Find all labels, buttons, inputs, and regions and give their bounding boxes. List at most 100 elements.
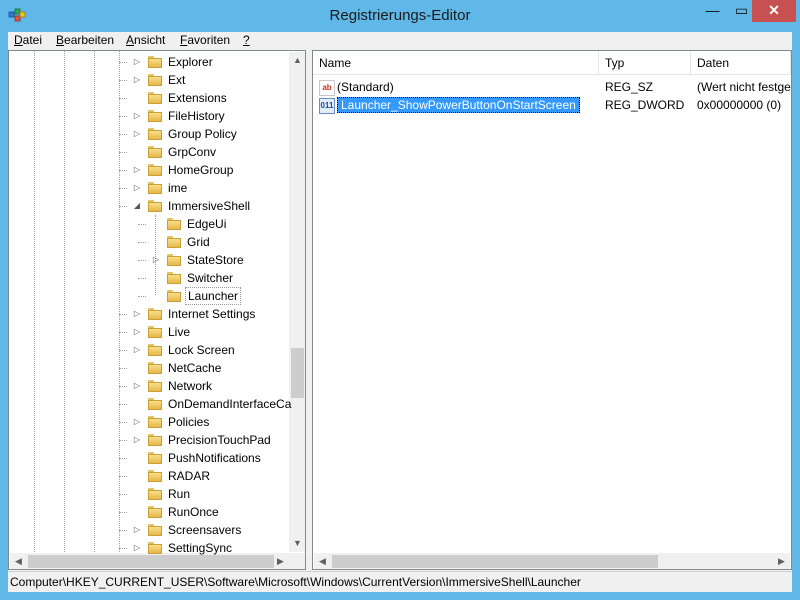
tree-branch-line bbox=[119, 386, 127, 387]
tree-item-label: NetCache bbox=[168, 361, 222, 375]
tree-item[interactable]: ▷ Ext bbox=[9, 71, 289, 89]
tree-item-label: OnDemandInterfaceCa bbox=[168, 397, 292, 411]
tree-item[interactable]: ▷ SettingSync bbox=[9, 539, 289, 557]
tree-item[interactable]: ▷ Explorer bbox=[9, 53, 289, 71]
tree-vertical-scrollbar[interactable]: ▲ ▼ bbox=[289, 52, 305, 552]
menu-item[interactable]: Ansicht bbox=[126, 33, 165, 47]
column-header-type[interactable]: Typ bbox=[599, 51, 691, 75]
close-button[interactable]: ✕ bbox=[752, 0, 796, 22]
tree-item[interactable]: GrpConv bbox=[9, 143, 289, 161]
tree-item[interactable]: RunOnce bbox=[9, 503, 289, 521]
tree-item-label: ime bbox=[168, 181, 188, 195]
list-horizontal-scrollbar[interactable]: ◀ ▶ bbox=[314, 553, 790, 569]
tree-item[interactable]: ▷ Live bbox=[9, 323, 289, 341]
list-item[interactable]: ab(Standard) REG_SZ (Wert nicht festgelegt… bbox=[313, 78, 791, 96]
expand-arrow-icon[interactable]: ▷ bbox=[132, 179, 142, 197]
expand-arrow-icon[interactable]: ▷ bbox=[132, 161, 142, 179]
tree-item[interactable]: NetCache bbox=[9, 359, 289, 377]
tree-item-label: Run bbox=[168, 487, 191, 501]
menu-item[interactable]: ? bbox=[243, 33, 250, 47]
tree-item[interactable]: OnDemandInterfaceCa bbox=[9, 395, 291, 413]
tree-item-label: Live bbox=[168, 325, 191, 339]
expand-arrow-icon[interactable]: ▷ bbox=[132, 125, 142, 143]
expand-arrow-icon[interactable]: ▷ bbox=[132, 305, 142, 323]
expand-arrow-icon[interactable]: ▷ bbox=[132, 521, 142, 539]
collapse-arrow-icon[interactable]: ◢ bbox=[132, 197, 142, 215]
expand-arrow-icon[interactable]: ▷ bbox=[132, 539, 142, 557]
tree-item[interactable]: ▷ Screensavers bbox=[9, 521, 289, 539]
tree-item-label: PushNotifications bbox=[168, 451, 261, 465]
expand-arrow-icon[interactable]: ▷ bbox=[132, 323, 142, 341]
expand-arrow-icon[interactable]: ▷ bbox=[151, 251, 161, 269]
tree-item[interactable]: ▷ Group Policy bbox=[9, 125, 289, 143]
folder-icon bbox=[167, 254, 181, 266]
value-type: REG_DWORD bbox=[605, 98, 685, 112]
expand-arrow-icon[interactable]: ▷ bbox=[132, 53, 142, 71]
tree-item[interactable]: Run bbox=[9, 485, 289, 503]
tree-item[interactable]: ▷ FileHistory bbox=[9, 107, 289, 125]
tree-branch-line bbox=[119, 116, 127, 117]
tree-item[interactable]: ▷ Network bbox=[9, 377, 289, 395]
column-header-data[interactable]: Daten bbox=[691, 51, 791, 75]
tree-item-label: RunOnce bbox=[168, 505, 219, 519]
tree-scroll-thumb[interactable] bbox=[291, 348, 304, 398]
tree-branch-line bbox=[138, 242, 146, 243]
tree-branch-line bbox=[119, 548, 127, 549]
tree-item-label: Screensavers bbox=[168, 523, 242, 537]
scroll-right-arrow-icon[interactable]: ▶ bbox=[773, 553, 790, 569]
tree-item[interactable]: ▷ HomeGroup bbox=[9, 161, 289, 179]
tree-item[interactable]: ▷ PrecisionTouchPad bbox=[9, 431, 289, 449]
tree-item[interactable]: Grid bbox=[9, 233, 289, 251]
scroll-down-arrow-icon[interactable]: ▼ bbox=[289, 535, 305, 552]
tree-item[interactable]: EdgeUi bbox=[9, 215, 289, 233]
key-tree[interactable]: ▲ ▼ ◀ ▶ ▷ Explorer ▷ Ext Extensions ▷ FileHist… bbox=[8, 50, 306, 570]
tree-branch-line bbox=[119, 134, 127, 135]
client-area: ▲ ▼ ◀ ▶ ▷ Explorer ▷ Ext Extensions ▷ FileHist… bbox=[8, 50, 792, 571]
folder-icon bbox=[167, 290, 181, 302]
tree-item[interactable]: ▷ Lock Screen bbox=[9, 341, 289, 359]
tree-item[interactable]: ▷ ime bbox=[9, 179, 289, 197]
tree-item[interactable]: RADAR bbox=[9, 467, 289, 485]
expand-arrow-icon[interactable]: ▷ bbox=[132, 107, 142, 125]
menu-item[interactable]: Favoriten bbox=[180, 33, 230, 47]
tree-item[interactable]: Switcher bbox=[9, 269, 289, 287]
status-bar-path: Computer\HKEY_CURRENT_USER\Software\Micr… bbox=[8, 571, 792, 592]
tree-branch-line bbox=[119, 458, 127, 459]
tree-item[interactable]: ◢ ImmersiveShell bbox=[9, 197, 289, 215]
menu-item[interactable]: Datei bbox=[14, 33, 42, 47]
tree-branch-line bbox=[119, 170, 127, 171]
expand-arrow-icon[interactable]: ▷ bbox=[132, 431, 142, 449]
folder-icon bbox=[148, 506, 162, 518]
tree-item[interactable]: ▷ Policies bbox=[9, 413, 289, 431]
tree-branch-line bbox=[119, 494, 127, 495]
expand-arrow-icon[interactable]: ▷ bbox=[132, 377, 142, 395]
menu-accelerator: D bbox=[14, 33, 23, 47]
expand-arrow-icon[interactable]: ▷ bbox=[132, 413, 142, 431]
folder-icon bbox=[148, 416, 162, 428]
column-header-name[interactable]: Name bbox=[313, 51, 599, 75]
tree-item[interactable]: Extensions bbox=[9, 89, 289, 107]
folder-icon bbox=[148, 362, 162, 374]
tree-item[interactable]: PushNotifications bbox=[9, 449, 289, 467]
list-item[interactable]: 011 Launcher_ShowPowerButtonOnStartScreen… bbox=[313, 96, 791, 114]
values-list[interactable]: Name Typ Daten ◀ ▶ ab (Standard) REG_SZ (We… bbox=[312, 50, 792, 570]
scroll-up-arrow-icon[interactable]: ▲ bbox=[289, 52, 305, 69]
menu-bar: Datei Bearbeiten Ansicht Favoriten? bbox=[8, 32, 792, 50]
folder-icon bbox=[167, 218, 181, 230]
list-hscroll-thumb[interactable] bbox=[332, 555, 658, 568]
tree-item[interactable]: ▷ Internet Settings bbox=[9, 305, 289, 323]
tree-item-label: Lock Screen bbox=[168, 343, 235, 357]
window-title: Registrierungs-Editor bbox=[329, 7, 471, 24]
tree-item-label: Policies bbox=[168, 415, 210, 429]
tree-item[interactable]: Launcher bbox=[9, 287, 289, 305]
tree-item-label: FileHistory bbox=[168, 109, 225, 123]
folder-icon bbox=[148, 182, 162, 194]
expand-arrow-icon[interactable]: ▷ bbox=[132, 71, 142, 89]
menu-item[interactable]: Bearbeiten bbox=[56, 33, 114, 47]
expand-arrow-icon[interactable]: ▷ bbox=[132, 341, 142, 359]
folder-icon bbox=[148, 308, 162, 320]
scroll-left-arrow-icon[interactable]: ◀ bbox=[314, 553, 331, 569]
folder-icon bbox=[148, 128, 162, 140]
minimize-button[interactable]: — bbox=[698, 0, 727, 22]
tree-item[interactable]: ▷ StateStore bbox=[9, 251, 289, 269]
